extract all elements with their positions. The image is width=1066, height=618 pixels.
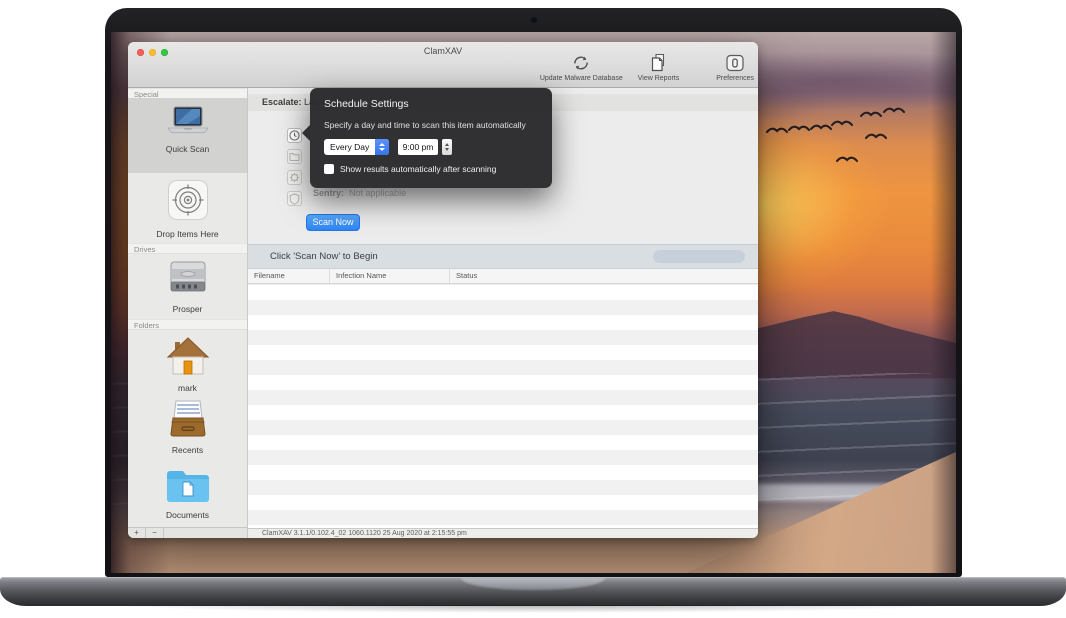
schedule-settings-popover: Schedule Settings Specify a day and time… — [310, 88, 552, 188]
laptop-icon — [128, 106, 247, 138]
sentry-value: Not applicable — [349, 188, 406, 198]
sidebar-item-label: Drop Items Here — [128, 229, 247, 239]
view-reports-button[interactable]: View Reports — [638, 53, 680, 82]
laptop-screen-bezel: ClamXAV Update Malwar — [105, 8, 962, 577]
sidebar-item-recents[interactable]: Recents — [128, 398, 247, 455]
sidebar-item-documents[interactable]: Documents — [128, 466, 247, 520]
escalate-label: Escalate: — [262, 97, 302, 107]
laptop-mockup: ClamXAV Update Malwar — [0, 0, 1066, 618]
item-settings-buttons — [287, 128, 302, 206]
time-stepper[interactable] — [442, 139, 452, 155]
update-database-button[interactable]: Update Malware Database — [540, 53, 623, 82]
popover-description: Specify a day and time to scan this item… — [324, 120, 538, 130]
target-icon — [168, 180, 208, 220]
popover-title: Schedule Settings — [324, 98, 538, 110]
sidebar-item-quick-scan[interactable]: Quick Scan — [128, 106, 247, 154]
sidebar-item-label: Quick Scan — [128, 144, 247, 154]
sidebar-footer: + − — [128, 527, 247, 538]
lid-notch — [459, 578, 607, 591]
column-header-status[interactable]: Status — [450, 269, 758, 283]
show-results-checkbox[interactable] — [324, 164, 334, 174]
infected-files-button[interactable] — [287, 170, 302, 185]
drawer-icon — [128, 398, 247, 440]
sentry-button[interactable] — [287, 191, 302, 206]
laptop-base — [0, 577, 1066, 606]
window-header: ClamXAV Update Malwar — [128, 42, 758, 88]
day-select[interactable]: Every Day — [324, 139, 389, 155]
quarantine-button[interactable] — [287, 149, 302, 164]
sidebar-item-label: mark — [128, 383, 247, 393]
virus-icon — [289, 172, 300, 183]
sidebar-item-mark[interactable]: mark — [128, 336, 247, 393]
column-header-infection-name[interactable]: Infection Name — [330, 269, 450, 283]
sentry-shield-icon — [289, 193, 300, 205]
toolbar-button-label: Update Malware Database — [540, 75, 623, 82]
toolbar-button-label: View Reports — [638, 75, 680, 82]
add-item-button[interactable]: + — [128, 528, 146, 538]
preferences-icon — [725, 53, 745, 73]
schedule-clock-icon — [289, 130, 300, 141]
birds-icon — [761, 102, 911, 172]
clamxav-window: ClamXAV Update Malwar — [128, 42, 758, 538]
schedule-button[interactable] — [287, 128, 302, 143]
scan-status-text: Click 'Scan Now' to Begin — [270, 251, 378, 262]
toolbar-button-label: Preferences — [716, 75, 754, 82]
sidebar-section-folders: Folders — [128, 319, 247, 330]
column-header-filename[interactable]: Filename — [248, 269, 330, 283]
remove-item-button[interactable]: − — [146, 528, 164, 538]
scan-status-banner: Click 'Scan Now' to Begin — [248, 244, 758, 268]
webcam-dot — [531, 17, 537, 23]
select-chevrons-icon — [375, 139, 389, 155]
results-table-header: Filename Infection Name Status — [248, 268, 758, 284]
stepper-up-icon — [445, 143, 449, 146]
toolbar: Update Malware Database View Reports — [540, 53, 754, 82]
sentry-row: Sentry: Not applicable — [313, 188, 406, 198]
sidebar-item-drop-items[interactable]: Drop Items Here — [128, 180, 247, 239]
sidebar-section-drives: Drives — [128, 243, 247, 254]
stepper-down-icon — [445, 148, 449, 151]
day-select-value: Every Day — [324, 139, 375, 155]
show-results-option: Show results automatically after scannin… — [324, 164, 538, 174]
view-reports-icon — [648, 53, 668, 73]
sidebar-item-label: Documents — [128, 510, 247, 520]
update-database-icon — [570, 53, 592, 73]
popover-controls: Every Day 9:00 pm — [324, 139, 538, 155]
results-table-rows[interactable] — [248, 285, 758, 528]
folder-icon — [128, 466, 247, 504]
sidebar: Special — [128, 88, 248, 538]
harddrive-icon — [128, 259, 247, 297]
sidebar-item-prosper[interactable]: Prosper — [128, 259, 247, 314]
sidebar-item-label: Prosper — [128, 304, 247, 314]
sentry-label: Sentry: — [313, 188, 344, 198]
laptop-shadow — [12, 605, 1054, 615]
time-field[interactable]: 9:00 pm — [398, 139, 438, 155]
popover-arrow — [302, 125, 310, 141]
sidebar-item-label: Recents — [128, 445, 247, 455]
quarantine-folder-icon — [289, 151, 300, 162]
desktop-screen: ClamXAV Update Malwar — [111, 32, 956, 573]
checkbox-label: Show results automatically after scannin… — [340, 164, 496, 174]
home-icon — [128, 336, 247, 378]
preferences-button[interactable]: Preferences — [716, 53, 754, 82]
scan-now-button[interactable]: Scan Now — [306, 214, 360, 231]
status-bar: ClamXAV 3.1.1/0.102.4_02 1060.1120 25 Au… — [248, 528, 758, 538]
progress-placeholder — [653, 250, 745, 263]
